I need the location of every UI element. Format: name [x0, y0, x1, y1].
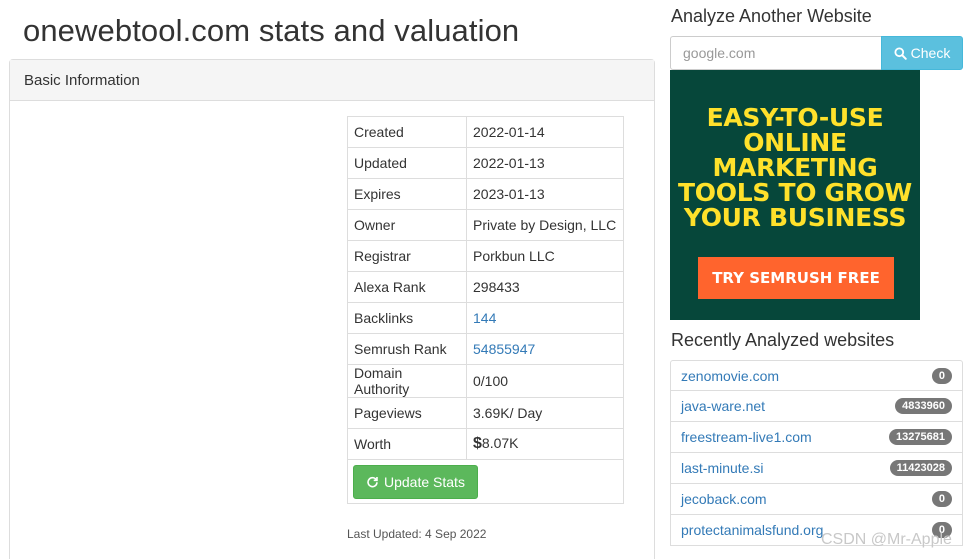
stat-value: 54855947 [466, 333, 624, 365]
table-row: Updated 2022-01-13 [347, 147, 624, 179]
backlinks-link[interactable]: 144 [473, 310, 496, 326]
table-row: Alexa Rank 298433 [347, 271, 624, 303]
recent-site-link[interactable]: freestream-live1.com [681, 429, 812, 445]
semrush-rank-link[interactable]: 54855947 [473, 341, 535, 357]
stat-value: 0/100 [466, 364, 624, 398]
watermark: CSDN @Mr-Apple [821, 531, 952, 548]
panel-heading: Basic Information [10, 60, 654, 101]
stat-value: 298433 [466, 271, 624, 303]
stat-label: Backlinks [347, 302, 467, 334]
stat-label: Expires [347, 178, 467, 210]
page-title: onewebtool.com stats and valuation [23, 13, 520, 48]
count-badge: 4833960 [895, 398, 952, 414]
stats-table: Created 2022-01-14 Updated 2022-01-13 Expi… [347, 116, 624, 504]
stat-value: Porkbun LLC [466, 240, 624, 272]
stat-value: Private by Design, LLC [466, 209, 624, 241]
update-row: Update Stats [347, 459, 624, 504]
list-item: jecoback.com 0 [670, 484, 963, 515]
recent-site-link[interactable]: java-ware.net [681, 398, 765, 414]
recent-site-link[interactable]: jecoback.com [681, 491, 767, 507]
recent-list: zenomovie.com 0 java-ware.net 4833960 free… [670, 360, 963, 546]
list-item: zenomovie.com 0 [670, 360, 963, 391]
list-item: freestream-live1.com 13275681 [670, 422, 963, 453]
currency-symbol: $ [473, 435, 482, 452]
count-badge: 0 [931, 367, 952, 384]
stat-label: Registrar [347, 240, 467, 272]
stat-value: 2023-01-13 [466, 178, 624, 210]
worth-amount: 8.07K [481, 435, 519, 451]
stat-label: Semrush Rank [347, 333, 467, 365]
ad-headline: EASY-TO-USE ONLINE MARKETING TOOLS TO GR… [678, 103, 912, 232]
count-badge: 0 [931, 491, 952, 507]
count-badge: 13275681 [889, 429, 952, 445]
stat-label: Updated [347, 147, 467, 179]
stat-label: Domain Authority [347, 364, 467, 398]
table-row: Owner Private by Design, LLC [347, 209, 624, 241]
last-updated-text: Last Updated: 4 Sep 2022 [347, 527, 487, 541]
recent-site-link[interactable]: zenomovie.com [681, 368, 779, 384]
stat-label: Pageviews [347, 397, 467, 429]
check-button[interactable]: Check [881, 36, 963, 70]
stat-value: 144 [466, 302, 624, 334]
ad-cta-button[interactable]: TRY SEMRUSH FREE [698, 257, 894, 299]
search-icon [894, 46, 907, 60]
stat-value: 2022-01-14 [466, 116, 624, 148]
table-row: Pageviews 3.69K/ Day [347, 397, 624, 429]
table-row: Created 2022-01-14 [347, 116, 624, 148]
stat-value: 2022-01-13 [466, 147, 624, 179]
table-row: Semrush Rank 54855947 [347, 333, 624, 365]
update-stats-button[interactable]: Update Stats [353, 464, 478, 499]
count-badge: 11423028 [889, 460, 952, 476]
recent-site-link[interactable]: protectanimalsfund.org [681, 522, 823, 538]
list-item: java-ware.net 4833960 [670, 391, 963, 422]
table-row: Backlinks 144 [347, 302, 624, 334]
table-row: Registrar Porkbun LLC [347, 240, 624, 272]
stat-label: Created [347, 116, 467, 148]
refresh-icon [367, 476, 378, 488]
analyze-form: Check [670, 36, 963, 70]
recent-site-link[interactable]: last-minute.si [681, 460, 763, 476]
list-item: last-minute.si 11423028 [670, 453, 963, 484]
stat-label: Alexa Rank [347, 271, 467, 303]
table-row: Expires 2023-01-13 [347, 178, 624, 210]
basic-info-panel: Basic Information Created 2022-01-14 Upda… [9, 59, 655, 559]
stat-label: Worth [347, 428, 467, 460]
table-row: Worth $8.07K [347, 428, 624, 460]
worth-value: $8.07K [466, 428, 624, 460]
semrush-ad-banner[interactable]: EASY-TO-USE ONLINE MARKETING TOOLS TO GR… [670, 70, 920, 320]
update-stats-label: Update Stats [384, 473, 465, 490]
check-label: Check [910, 45, 951, 61]
recent-title: Recently Analyzed websites [671, 330, 895, 350]
stat-value: 3.69K/ Day [466, 397, 624, 429]
stat-label: Owner [347, 209, 467, 241]
domain-search-input[interactable] [670, 36, 881, 70]
analyze-title: Analyze Another Website [671, 6, 872, 26]
table-row: Domain Authority 0/100 [347, 364, 624, 398]
